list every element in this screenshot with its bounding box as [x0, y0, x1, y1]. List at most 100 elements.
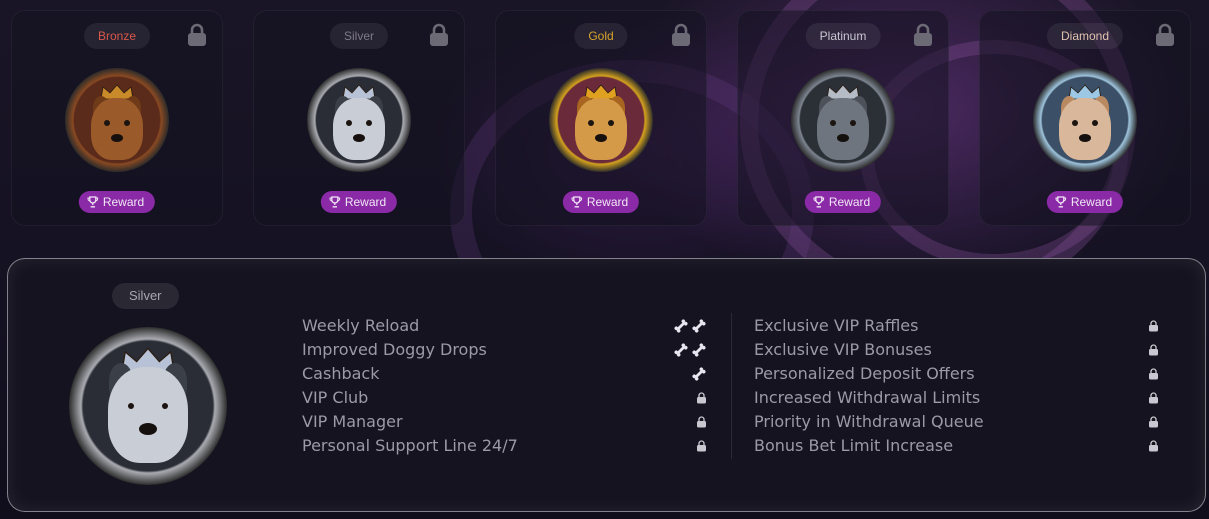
- bone-icon: [691, 366, 707, 382]
- benefit-label: Increased Withdrawal Limits: [754, 388, 981, 407]
- benefit-label: Bonus Bet Limit Increase: [754, 436, 954, 455]
- trophy-icon: [571, 196, 583, 208]
- dog-head: [333, 98, 385, 160]
- dog-nose: [139, 423, 157, 435]
- benefit-row: Cashback: [302, 362, 707, 386]
- bone-rating: [673, 338, 707, 362]
- medal-portrait: [801, 78, 885, 162]
- dog-head: [108, 367, 188, 463]
- bone-icon: [673, 318, 689, 334]
- benefit-label: Exclusive VIP Bonuses: [754, 340, 932, 359]
- benefit-label: VIP Manager: [302, 412, 403, 431]
- lock-icon: [1148, 338, 1159, 362]
- dog-nose: [111, 134, 123, 142]
- lock-icon: [912, 23, 934, 47]
- benefit-list-left: Weekly Reload Improved Doggy Drops Cashbac…: [302, 314, 707, 458]
- tier-badge: Bronze: [83, 23, 151, 49]
- lock-icon: [1148, 362, 1159, 386]
- tier-medal: [791, 68, 895, 172]
- dog-nose: [595, 134, 607, 142]
- dog-eyes: [830, 120, 856, 126]
- reward-button[interactable]: Reward: [320, 191, 398, 213]
- benefit-row: Exclusive VIP Bonuses: [754, 338, 1159, 362]
- reward-button[interactable]: Reward: [78, 191, 156, 213]
- reward-label: Reward: [102, 195, 145, 209]
- benefit-list-right: Exclusive VIP Raffles Exclusive VIP Bonus…: [754, 314, 1159, 458]
- benefit-label: Cashback: [302, 364, 380, 383]
- benefit-label: Personalized Deposit Offers: [754, 364, 975, 383]
- benefit-row: Improved Doggy Drops: [302, 338, 707, 362]
- medal-portrait: [559, 78, 643, 162]
- lock-icon: [696, 434, 707, 458]
- trophy-icon: [329, 196, 341, 208]
- reward-label: Reward: [828, 195, 871, 209]
- tier-badge: Gold: [574, 23, 628, 49]
- column-divider: [731, 313, 732, 459]
- benefit-row: Weekly Reload: [302, 314, 707, 338]
- benefit-label: Improved Doggy Drops: [302, 340, 487, 359]
- dog-eyes: [1072, 120, 1098, 126]
- tier-medal: [65, 68, 169, 172]
- lock-icon: [1148, 434, 1159, 458]
- dog-nose: [837, 134, 849, 142]
- medal-portrait: [1043, 78, 1127, 162]
- tier-card-diamond[interactable]: Diamond Reward: [979, 10, 1191, 226]
- benefit-row: Priority in Withdrawal Queue: [754, 410, 1159, 434]
- dog-head: [817, 98, 869, 160]
- tier-badge: Silver: [329, 23, 389, 49]
- dog-eyes: [104, 120, 130, 126]
- bone-rating: [673, 314, 707, 338]
- selected-tier-badge: Silver: [112, 283, 179, 309]
- benefit-label: VIP Club: [302, 388, 369, 407]
- lock-icon: [696, 386, 707, 410]
- lock-icon: [428, 23, 450, 47]
- dog-head: [91, 98, 143, 160]
- lock-icon: [1148, 410, 1159, 434]
- tier-detail-panel: Silver Weekly Reload Improved Doggy Drops…: [7, 258, 1206, 512]
- benefit-row: Exclusive VIP Raffles: [754, 314, 1159, 338]
- lock-icon: [186, 23, 208, 47]
- dog-head: [1059, 98, 1111, 160]
- dog-nose: [353, 134, 365, 142]
- dog-eyes: [346, 120, 372, 126]
- tier-badge: Diamond: [1046, 23, 1124, 49]
- lock-icon: [696, 410, 707, 434]
- tier-card-platinum[interactable]: Platinum Reward: [737, 10, 949, 226]
- bone-icon: [673, 342, 689, 358]
- tier-card-gold[interactable]: Gold Reward: [495, 10, 707, 226]
- bone-icon: [691, 318, 707, 334]
- tier-medal: [1033, 68, 1137, 172]
- dog-eyes: [128, 403, 168, 412]
- reward-label: Reward: [344, 195, 387, 209]
- reward-button[interactable]: Reward: [562, 191, 640, 213]
- tier-medal: [307, 68, 411, 172]
- dog-nose: [1079, 134, 1091, 142]
- lock-icon: [1154, 23, 1176, 47]
- benefit-row: Bonus Bet Limit Increase: [754, 434, 1159, 458]
- lock-icon: [1148, 386, 1159, 410]
- tier-card-bronze[interactable]: Bronze Reward: [11, 10, 223, 226]
- medal-portrait: [79, 337, 217, 475]
- lock-icon: [670, 23, 692, 47]
- lock-icon: [1148, 314, 1159, 338]
- trophy-icon: [813, 196, 825, 208]
- benefit-row: VIP Club: [302, 386, 707, 410]
- benefit-label: Priority in Withdrawal Queue: [754, 412, 984, 431]
- reward-label: Reward: [586, 195, 629, 209]
- benefit-label: Personal Support Line 24/7: [302, 436, 518, 455]
- benefit-label: Exclusive VIP Raffles: [754, 316, 919, 335]
- tier-badge: Platinum: [805, 23, 881, 49]
- benefit-label: Weekly Reload: [302, 316, 420, 335]
- tier-card-silver[interactable]: Silver Reward: [253, 10, 465, 226]
- tier-medal: [549, 68, 653, 172]
- benefit-row: VIP Manager: [302, 410, 707, 434]
- medal-portrait: [75, 78, 159, 162]
- dog-head: [575, 98, 627, 160]
- reward-button[interactable]: Reward: [804, 191, 882, 213]
- selected-tier-medal: [69, 327, 227, 485]
- benefit-row: Personalized Deposit Offers: [754, 362, 1159, 386]
- trophy-icon: [87, 196, 99, 208]
- benefit-row: Personal Support Line 24/7: [302, 434, 707, 458]
- medal-portrait: [317, 78, 401, 162]
- reward-button[interactable]: Reward: [1046, 191, 1124, 213]
